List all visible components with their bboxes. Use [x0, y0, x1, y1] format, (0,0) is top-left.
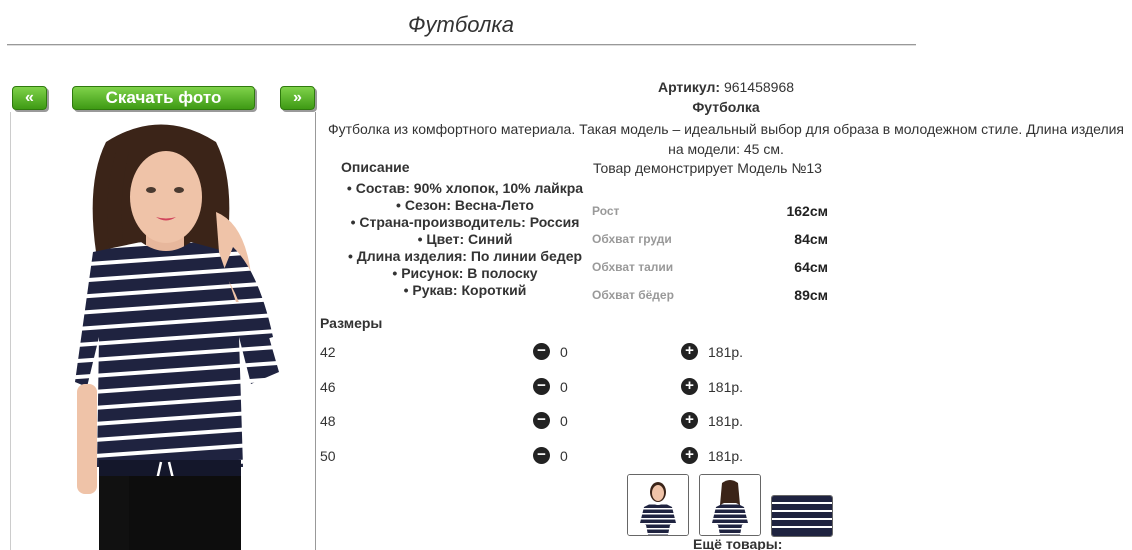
- size-quantity: 0: [560, 379, 568, 395]
- thumbnail-fabric[interactable]: [771, 495, 833, 537]
- attribute-list: Состав: 90% хлопок, 10% лайкра Сезон: Ве…: [340, 180, 590, 299]
- size-quantity: 0: [560, 448, 568, 464]
- article-line: Артикул: 961458968: [320, 79, 1132, 95]
- model-param-label: Обхват бёдер: [592, 288, 674, 302]
- size-price: 181р.: [708, 448, 744, 464]
- plus-circle-icon[interactable]: +: [681, 447, 698, 464]
- description-heading: Описание: [341, 159, 410, 175]
- model-photo-illustration: [11, 112, 315, 550]
- size-row: 46 − 0 + 181р.: [320, 377, 760, 397]
- thumbnail-image: [772, 496, 832, 536]
- thumbnail-image: [628, 475, 688, 535]
- thumbnail-front[interactable]: [627, 474, 689, 536]
- product-description: Футболка из комфортного материала. Такая…: [327, 121, 1125, 157]
- size-label: 48: [320, 413, 336, 429]
- minus-circle-icon[interactable]: −: [533, 378, 550, 395]
- thumbnail-image: [700, 475, 760, 535]
- size-label: 50: [320, 448, 336, 464]
- size-row: 42 − 0 + 181р.: [320, 342, 760, 362]
- minus-circle-icon[interactable]: −: [533, 343, 550, 360]
- model-heading: Товар демонстрирует Модель №13: [593, 160, 822, 176]
- attribute-item: Рисунок: В полоску: [340, 265, 590, 282]
- size-quantity: 0: [560, 344, 568, 360]
- article-label: Артикул:: [657, 79, 721, 95]
- model-param-hips: Обхват бёдер 89см: [592, 287, 828, 303]
- page-title: Футболка: [408, 12, 514, 37]
- sizes-heading: Размеры: [320, 315, 383, 331]
- size-quantity: 0: [560, 413, 568, 429]
- size-price: 181р.: [708, 413, 744, 429]
- size-row: 48 − 0 + 181р.: [320, 411, 760, 431]
- size-price: 181р.: [708, 379, 744, 395]
- model-param-waist: Обхват талии 64см: [592, 259, 828, 275]
- product-photo[interactable]: [10, 112, 316, 550]
- article-value: 961458968: [723, 79, 795, 95]
- title-divider: [7, 44, 916, 46]
- download-photo-button[interactable]: Скачать фото: [72, 86, 255, 110]
- product-name: Футболка: [692, 99, 760, 115]
- minus-circle-icon[interactable]: −: [533, 447, 550, 464]
- more-products-heading: Ещё товары:: [693, 536, 783, 550]
- attribute-item: Страна-производитель: Россия: [340, 214, 590, 231]
- model-param-label: Обхват груди: [592, 232, 672, 246]
- attribute-item: Цвет: Синий: [340, 231, 590, 248]
- attribute-item: Состав: 90% хлопок, 10% лайкра: [340, 180, 590, 197]
- next-photo-button[interactable]: »: [280, 86, 315, 110]
- plus-circle-icon[interactable]: +: [681, 378, 698, 395]
- model-param-chest: Обхват груди 84см: [592, 231, 828, 247]
- model-param-value: 84см: [794, 231, 828, 247]
- plus-circle-icon[interactable]: +: [681, 343, 698, 360]
- model-param-value: 162см: [786, 203, 828, 219]
- product-page: Футболка « Скачать фото » Артикул: 96145…: [0, 0, 1132, 550]
- prev-photo-button[interactable]: «: [12, 86, 47, 110]
- attribute-item: Сезон: Весна-Лето: [340, 197, 590, 214]
- size-row: 50 − 0 + 181р.: [320, 446, 760, 466]
- attribute-item: Длина изделия: По линии бедер: [340, 248, 590, 265]
- thumbnail-back[interactable]: [699, 474, 761, 536]
- model-param-height: Рост 162см: [592, 203, 828, 219]
- model-param-value: 64см: [794, 259, 828, 275]
- model-param-label: Обхват талии: [592, 260, 674, 274]
- size-label: 42: [320, 344, 336, 360]
- size-label: 46: [320, 379, 336, 395]
- plus-circle-icon[interactable]: +: [681, 412, 698, 429]
- model-param-value: 89см: [794, 287, 828, 303]
- model-param-label: Рост: [592, 204, 620, 218]
- minus-circle-icon[interactable]: −: [533, 412, 550, 429]
- attribute-item: Рукав: Короткий: [340, 282, 590, 299]
- size-price: 181р.: [708, 344, 744, 360]
